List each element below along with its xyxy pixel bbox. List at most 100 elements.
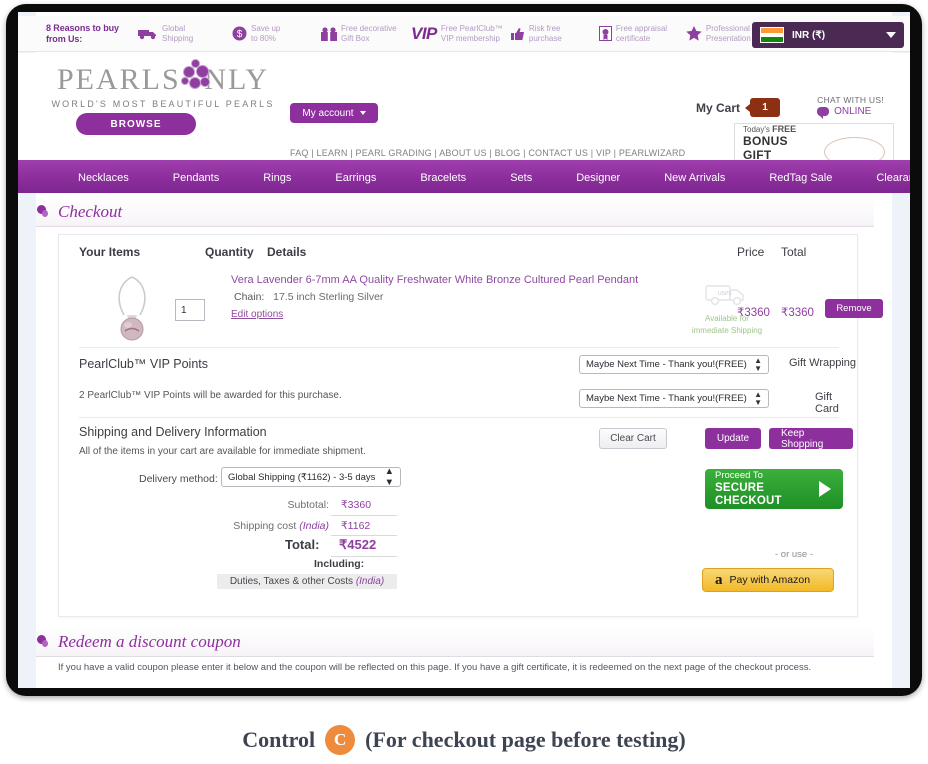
checkout-section-header: Checkout [36, 197, 874, 227]
nav-item-pendants[interactable]: Pendants [151, 168, 241, 186]
edit-options-link[interactable]: Edit options [231, 309, 283, 320]
gift-wrapping-value: Maybe Next Time - Thank you!(FREE) [586, 359, 747, 370]
reason-gift-box: Free decorative Gift Box [321, 24, 403, 44]
update-button[interactable]: Update [705, 428, 761, 449]
divider [331, 515, 397, 516]
keep-shopping-button[interactable]: Keep Shopping [769, 428, 853, 450]
nav-item-designer[interactable]: Designer [554, 168, 642, 186]
grand-total-value: ₹4522 [339, 537, 377, 552]
reason-line1: Global [162, 23, 186, 33]
thumbs-up-icon [510, 27, 525, 41]
subtotal-label: Subtotal: [287, 499, 329, 511]
nav-item-rings[interactable]: Rings [241, 168, 313, 186]
quantity-input[interactable]: 1 [175, 299, 205, 321]
item-price: ₹3360 [737, 307, 770, 319]
india-flag-icon [760, 27, 784, 43]
column-header-your-items: Your Items [79, 245, 141, 259]
my-account-button[interactable]: My account [290, 103, 378, 123]
select-arrows-icon: ▲ ▼ [384, 466, 394, 488]
product-title-link[interactable]: Vera Lavender 6-7mm AA Quality Freshwate… [231, 273, 661, 287]
including-label: Including: [314, 558, 365, 570]
shipping-cost-label: Shipping cost (India) [199, 520, 329, 532]
chevron-down-icon[interactable] [886, 32, 896, 38]
nav-link[interactable]: Designer [576, 172, 620, 184]
divider [331, 556, 397, 557]
currency-selector[interactable]: INR (₹) [752, 22, 904, 48]
my-cart-label[interactable]: My Cart [696, 101, 740, 115]
divider [79, 347, 839, 348]
column-header-total: Total [781, 245, 807, 259]
site-logo[interactable]: PEARLSONLY WORLD'S MOST BEAUTIFUL PEARLS [48, 59, 278, 109]
nav-item-sets[interactable]: Sets [488, 168, 554, 186]
nav-link[interactable]: Bracelets [420, 172, 466, 184]
nav-link[interactable]: Earrings [335, 172, 376, 184]
gift-card-value: Maybe Next Time - Thank you!(FREE) [586, 393, 747, 404]
proceed-line1: Proceed To [715, 470, 763, 481]
reason-line2: Gift Box [341, 33, 370, 43]
column-header-price: Price [737, 245, 765, 259]
logo-wordmark: PEARLSONLY [48, 59, 278, 97]
nav-link[interactable]: Clearance [876, 172, 910, 184]
clear-cart-button[interactable]: Clear Cart [599, 428, 667, 449]
arrow-right-icon [819, 481, 831, 497]
pay-with-amazon-label: Pay with Amazon [729, 574, 811, 586]
delivery-method-select[interactable]: Global Shipping (₹1162) - 3-5 days ▲ ▼ [221, 466, 401, 488]
select-arrows-icon: ▲ ▼ [754, 389, 762, 407]
select-arrows-icon: ▲ ▼ [754, 355, 762, 373]
nav-item-necklaces[interactable]: Necklaces [56, 168, 151, 186]
chat-title: CHAT WITH US! [817, 95, 884, 105]
proceed-line2: SECURE CHECKOUT [715, 482, 782, 507]
caption-key-badge: C [325, 725, 356, 755]
reason-line2: Presentation [705, 33, 751, 43]
nav-item-earrings[interactable]: Earrings [313, 168, 398, 186]
chat-status-label: ONLINE [834, 106, 872, 117]
vip-text-icon: VIP [411, 23, 437, 43]
column-header-details: Details [267, 245, 307, 259]
shipping-cost-text: Shipping cost [233, 520, 297, 532]
reasons-lead: 8 Reasons to buy from Us: [46, 22, 119, 44]
reason-line2: Shipping [162, 33, 194, 43]
coupon-title: Redeem a discount coupon [58, 631, 241, 651]
logo-tagline: WORLD'S MOST BEAUTIFUL PEARLS [51, 99, 275, 109]
duties-taxes-note: Duties, Taxes & other Costs (India) [217, 574, 397, 589]
browse-button[interactable]: BROWSE [76, 113, 196, 135]
reason-line1: Risk free [528, 23, 561, 33]
chat-widget[interactable]: CHAT WITH US! ONLINE [817, 95, 884, 119]
gift-card-select[interactable]: Maybe Next Time - Thank you!(FREE) ▲ ▼ [579, 389, 769, 408]
nav-link[interactable]: Rings [263, 172, 291, 184]
screenshot-root: 8 Reasons to buy from Us: Global Shippin… [0, 0, 928, 764]
duties-text: Duties, Taxes & other Costs [229, 576, 354, 587]
reason-line2: VIP membership [440, 33, 500, 43]
coupon-description: If you have a valid coupon please enter … [58, 662, 812, 673]
nav-link[interactable]: Necklaces [78, 172, 129, 184]
nav-item-new-arrivals[interactable]: New Arrivals [642, 168, 747, 186]
nav-item-redtag-sale[interactable]: RedTag Sale [747, 168, 854, 186]
coupon-section-header: Redeem a discount coupon [36, 627, 874, 657]
my-account-label: My account [302, 107, 354, 119]
nav-item-bracelets[interactable]: Bracelets [398, 168, 488, 186]
gift-wrapping-select[interactable]: Maybe Next Time - Thank you!(FREE) ▲ ▼ [579, 355, 769, 374]
chain-label: Chain: [234, 291, 265, 303]
reason-vip-membership: VIP Free PearlClub™ VIP membership [411, 24, 503, 44]
grand-total-label: Total: [285, 537, 320, 552]
caption-prefix: Control [242, 727, 316, 752]
reason-line1: Save up [251, 23, 281, 33]
dollar-coin-icon: $ [232, 26, 247, 41]
remove-item-button[interactable]: Remove [825, 299, 883, 318]
vip-points-subtitle: 2 PearlClub™ VIP Points will be awarded … [79, 390, 342, 401]
proceed-to-checkout-button[interactable]: Proceed To SECURE CHECKOUT [705, 469, 843, 509]
bonus-line1: Today's FREE [743, 124, 818, 134]
pay-with-amazon-button[interactable]: a Pay with Amazon [702, 568, 834, 592]
proceed-label: Proceed To SECURE CHECKOUT [715, 470, 819, 508]
nav-link[interactable]: RedTag Sale [769, 172, 832, 184]
cart-count-badge[interactable]: 1 [745, 98, 780, 117]
svg-text:USPS: USPS [718, 291, 732, 297]
bonus-free: FREE [772, 123, 797, 134]
nav-link[interactable]: New Arrivals [664, 172, 725, 184]
reason-label: Save up to 80% [251, 24, 313, 44]
nav-item-clearance[interactable]: Clearance [854, 168, 910, 186]
secondary-nav-links[interactable]: FAQ | LEARN | PEARL GRADING | ABOUT US |… [290, 148, 685, 158]
nav-link[interactable]: Pendants [173, 172, 219, 184]
product-thumbnail[interactable] [99, 273, 165, 345]
nav-link[interactable]: Sets [510, 172, 532, 184]
